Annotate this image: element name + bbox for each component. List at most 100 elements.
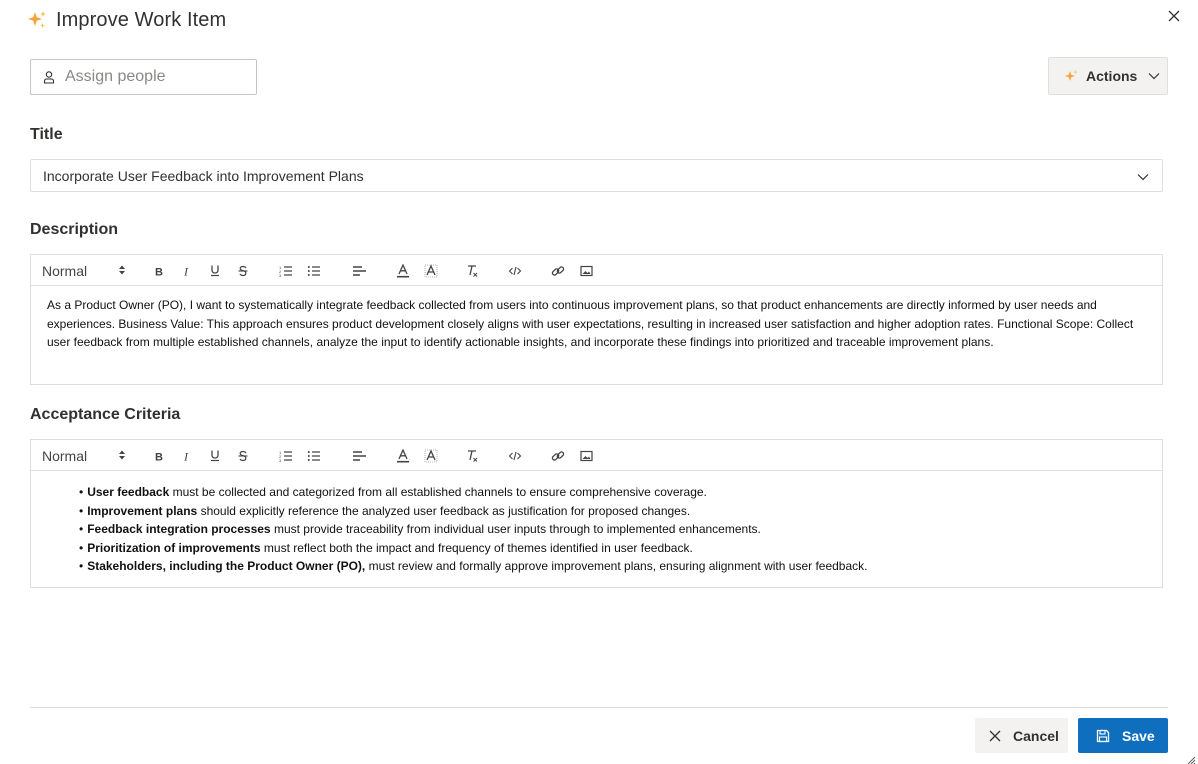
assign-placeholder: Assign people	[65, 68, 166, 85]
strikethrough-button[interactable]	[234, 255, 252, 286]
format-select[interactable]: Normal	[42, 255, 132, 286]
align-button[interactable]	[350, 440, 368, 471]
svg-text:I: I	[183, 450, 189, 462]
clear-format-icon	[468, 264, 478, 277]
save-label: Save	[1122, 727, 1155, 744]
actions-button[interactable]: Actions	[1048, 57, 1168, 95]
acceptance-body[interactable]: • User feedback must be collected and cat…	[31, 471, 1162, 588]
text-color-icon	[397, 448, 409, 462]
italic-button[interactable]: I	[178, 255, 196, 286]
chevron-down-icon	[1136, 170, 1150, 184]
italic-icon: I	[183, 450, 189, 462]
close-icon	[988, 729, 1002, 743]
updown-icon	[118, 449, 126, 461]
description-editor: Normal B I 123 As a Product Owner (PO), …	[30, 254, 1163, 385]
highlight-button[interactable]	[422, 255, 440, 286]
cancel-label: Cancel	[1013, 727, 1059, 744]
clear-format-button[interactable]	[463, 255, 481, 286]
text-color-icon	[397, 263, 409, 277]
bold-button[interactable]: B	[150, 440, 168, 471]
align-button[interactable]	[350, 255, 368, 286]
code-button[interactable]	[506, 440, 524, 471]
highlight-button[interactable]	[422, 440, 440, 471]
dialog-title: Improve Work Item	[56, 8, 227, 31]
image-icon	[579, 265, 593, 276]
text-color-button[interactable]	[394, 440, 412, 471]
strikethrough-icon	[238, 450, 248, 461]
format-select[interactable]: Normal	[42, 440, 132, 471]
link-icon	[551, 450, 565, 461]
list-item: • Prioritization of improvements must ref…	[79, 540, 693, 555]
svg-text:3: 3	[279, 273, 282, 277]
underline-icon	[211, 450, 219, 462]
highlight-icon	[424, 448, 438, 462]
resize-grip-icon[interactable]	[1186, 752, 1196, 764]
align-left-icon	[352, 450, 366, 461]
list-item: • Feedback integration processes must pro…	[79, 522, 761, 536]
highlight-icon	[424, 263, 438, 277]
sparkles-icon	[26, 9, 48, 31]
ordered-list-button[interactable]: 123	[277, 440, 295, 471]
underline-button[interactable]	[206, 440, 224, 471]
save-icon	[1096, 729, 1110, 743]
strikethrough-button[interactable]	[234, 440, 252, 471]
assign-people-field[interactable]: Assign people	[30, 59, 257, 95]
close-icon	[1167, 9, 1181, 23]
save-button[interactable]: Save	[1078, 718, 1168, 753]
format-value: Normal	[42, 262, 88, 279]
underline-button[interactable]	[206, 255, 224, 286]
svg-text:3: 3	[279, 458, 282, 462]
person-icon	[42, 70, 56, 84]
svg-text:I: I	[183, 265, 189, 277]
text-color-button[interactable]	[394, 255, 412, 286]
bold-icon: B	[155, 266, 163, 277]
ordered-list-button[interactable]: 123	[277, 255, 295, 286]
bullet-list-icon	[307, 450, 320, 461]
italic-icon: I	[183, 265, 189, 277]
title-label: Title	[30, 126, 63, 143]
description-body[interactable]: As a Product Owner (PO), I want to syste…	[31, 286, 1162, 364]
format-value: Normal	[42, 447, 88, 464]
list-item: • Stakeholders, including the Product Own…	[79, 559, 868, 573]
acceptance-toolbar: Normal B I 123	[31, 440, 1162, 471]
sparkles-icon	[1064, 69, 1079, 84]
ordered-list-icon: 123	[279, 265, 292, 277]
underline-icon	[211, 265, 219, 277]
footer-divider	[30, 707, 1168, 708]
actions-label: Actions	[1086, 68, 1138, 84]
title-dropdown[interactable]: Incorporate User Feedback into Improveme…	[30, 159, 1163, 192]
ordered-list-icon: 123	[279, 450, 292, 462]
list-item: • User feedback must be collected and cat…	[79, 485, 707, 499]
title-value: Incorporate User Feedback into Improveme…	[43, 167, 364, 184]
acceptance-label: Acceptance Criteria	[30, 406, 181, 423]
bullet-list-button[interactable]	[305, 255, 323, 286]
link-button[interactable]	[549, 440, 567, 471]
svg-text:B: B	[155, 266, 163, 277]
code-icon	[508, 266, 522, 275]
description-toolbar: Normal B I 123	[31, 255, 1162, 286]
strikethrough-icon	[238, 265, 248, 276]
image-button[interactable]	[577, 440, 595, 471]
image-button[interactable]	[577, 255, 595, 286]
list-item: • Improvement plans should explicitly ref…	[79, 503, 691, 518]
svg-text:B: B	[155, 451, 163, 462]
close-button[interactable]	[1164, 6, 1184, 26]
acceptance-list: • User feedback must be collected and cat…	[47, 483, 1146, 576]
code-icon	[508, 451, 522, 460]
code-button[interactable]	[506, 255, 524, 286]
dialog-header: Improve Work Item	[26, 6, 226, 34]
link-button[interactable]	[549, 255, 567, 286]
description-label: Description	[30, 221, 119, 238]
clear-format-button[interactable]	[463, 440, 481, 471]
bullet-list-button[interactable]	[305, 440, 323, 471]
updown-icon	[118, 264, 126, 276]
align-left-icon	[352, 265, 366, 276]
cancel-button[interactable]: Cancel	[975, 718, 1068, 753]
acceptance-editor: Normal B I 123 • User feedback must be co…	[30, 439, 1163, 588]
link-icon	[551, 265, 565, 276]
chevron-down-icon	[1147, 69, 1161, 83]
bold-button[interactable]: B	[150, 255, 168, 286]
italic-button[interactable]: I	[178, 440, 196, 471]
description-text: As a Product Owner (PO), I want to syste…	[47, 298, 1134, 349]
clear-format-icon	[468, 449, 478, 462]
